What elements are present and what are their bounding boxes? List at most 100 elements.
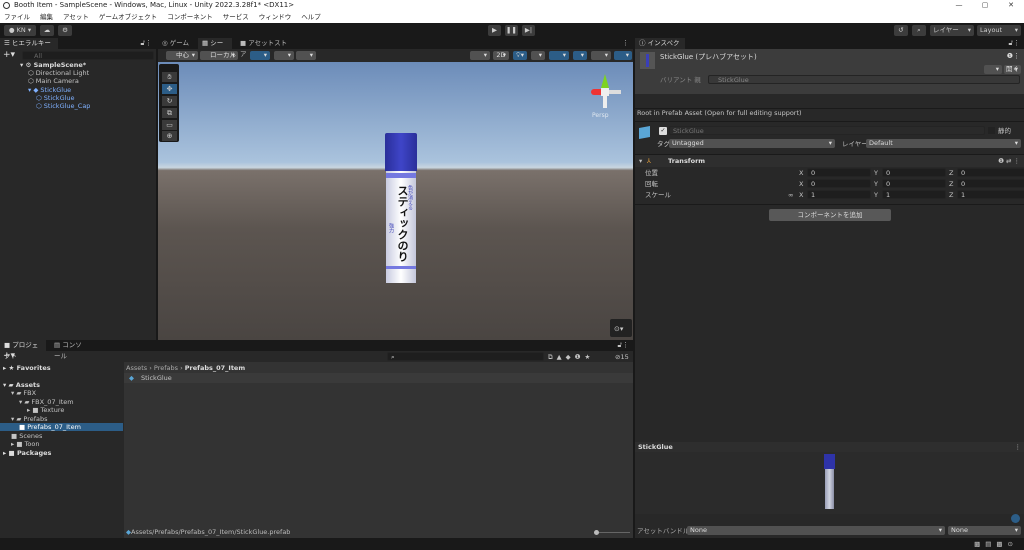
transform-field-x[interactable]: 1 <box>807 190 871 199</box>
axis-label-z[interactable]: Z <box>949 180 953 188</box>
menu-window[interactable]: ウィンドウ <box>259 11 292 23</box>
scene-root-item[interactable]: ▾ ⚙ SampleScene* <box>20 61 86 69</box>
hierarchy-item[interactable]: ⬡ Directional Light <box>28 69 89 77</box>
status-icons[interactable]: ▩▤▩⊙ <box>974 540 1018 548</box>
move-tool-icon[interactable]: ✥ <box>162 84 177 94</box>
layer-dropdown[interactable]: Default <box>866 139 1021 148</box>
axis-label-x[interactable]: X <box>799 180 803 188</box>
project-search-input[interactable]: ⌕ <box>387 352 544 361</box>
collab-button[interactable]: ⚙ <box>58 25 72 36</box>
axis-label-y[interactable]: Y <box>874 191 878 199</box>
lock-icon[interactable]: 🔓︎⋮ <box>1008 39 1020 48</box>
transform-field-x[interactable]: 0 <box>807 168 871 177</box>
persp-label[interactable]: Persp <box>592 112 609 119</box>
component-menu-icon[interactable]: ❶ ⇄ ⋮ <box>998 157 1020 165</box>
hidden-packages-toggle[interactable]: ⊘15 <box>615 353 629 361</box>
search-button[interactable]: ⌕ <box>912 25 926 36</box>
gameobject-icon[interactable] <box>639 126 650 139</box>
orientation-gizmo[interactable]: Persp <box>586 70 622 122</box>
pivot-dropdown[interactable]: 中心 <box>166 51 198 60</box>
tab-game[interactable]: ◎ ゲーム <box>158 38 196 49</box>
rotate-tool-icon[interactable]: ↻ <box>162 96 177 106</box>
tab-hierarchy[interactable]: ☰ ヒエラルキー <box>0 38 58 49</box>
axis-label-x[interactable]: X <box>799 169 803 177</box>
hierarchy-item[interactable]: ▾ ◆ StickGlue <box>28 86 71 94</box>
transform-tool-icon[interactable]: ⊕ <box>162 131 177 141</box>
tab-console[interactable]: ▤ コンソール <box>50 340 90 360</box>
menu-component[interactable]: コンポーネント <box>167 11 213 23</box>
breadcrumb-item[interactable]: Prefabs <box>154 364 178 372</box>
hierarchy-search-input[interactable]: All <box>22 51 154 60</box>
active-checkbox[interactable]: ✓ <box>659 127 667 135</box>
menu-assets[interactable]: アセット <box>63 11 89 23</box>
label-icon[interactable] <box>1011 514 1020 523</box>
step-button[interactable]: ▶| <box>522 25 535 36</box>
scene-viewport[interactable]: ✋︎ ✥ ↻ ⧉ ▭ ⊕ スティックのり 色が消える 強力 Persp ⊙▾ <box>158 62 633 340</box>
breadcrumb-item[interactable]: Assets <box>126 364 147 372</box>
folder-tree-item[interactable]: ▸ ★ Favorites <box>0 364 123 372</box>
constrain-proportions-icon[interactable]: ∞ <box>788 191 793 199</box>
tab-project[interactable]: ■ プロジェクト <box>0 340 46 360</box>
play-button[interactable]: ▶ <box>488 25 501 36</box>
folder-tree-item[interactable]: ▾ ▰ Prefabs <box>0 415 123 423</box>
axis-label-z[interactable]: Z <box>949 169 953 177</box>
open-prefab-button[interactable]: 開く <box>1004 65 1021 74</box>
2d-toggle[interactable]: 2D <box>493 51 509 60</box>
overlay-menu-button[interactable]: ⊙▾ <box>610 319 632 337</box>
hierarchy-item[interactable]: ⬡ StickGlue_Cap <box>36 102 90 110</box>
add-button[interactable]: +▾ <box>3 50 15 60</box>
folder-tree-item[interactable]: ■ Prefabs_07_Item <box>0 423 123 431</box>
static-checkbox[interactable] <box>988 127 995 134</box>
add-component-button[interactable]: コンポーネントを追加 <box>769 209 891 221</box>
more-icon[interactable]: ⋮ <box>1015 443 1022 451</box>
tab-asset-store[interactable]: ■ アセットストア <box>236 38 296 58</box>
help-icon[interactable]: ❶⋮ <box>1007 52 1020 60</box>
gizmos-dropdown[interactable] <box>614 51 632 60</box>
grid-snap-button[interactable] <box>250 51 270 60</box>
lighting-toggle[interactable]: 💡︎ <box>513 51 527 60</box>
transform-field-z[interactable]: 0 <box>957 168 1024 177</box>
close-button[interactable]: ✕ <box>998 0 1024 11</box>
hidden-objects-toggle[interactable] <box>573 51 587 60</box>
axis-label-z[interactable]: Z <box>949 191 953 199</box>
account-button[interactable]: ● KN ▾ <box>4 25 36 36</box>
history-button[interactable]: ↺ <box>894 25 908 36</box>
folder-tree-item[interactable]: ▾ ▰ FBX <box>0 389 123 397</box>
tab-scene[interactable]: ▦ シーン <box>198 38 232 58</box>
axis-label-y[interactable]: Y <box>874 169 878 177</box>
axis-label-x[interactable]: X <box>799 191 803 199</box>
transform-field-y[interactable]: 1 <box>882 190 946 199</box>
more-icon[interactable]: ⋮ <box>622 39 629 47</box>
folder-tree-item[interactable]: ▸ ■ Toon <box>0 440 123 448</box>
breadcrumb-item[interactable]: Prefabs_07_Item <box>185 364 245 372</box>
foldout-icon[interactable]: ▾ <box>639 157 642 165</box>
preview-area[interactable] <box>635 452 1024 514</box>
folder-tree-item[interactable]: ■ Scenes <box>0 432 123 440</box>
align-button[interactable] <box>296 51 316 60</box>
maximize-button[interactable]: ▢ <box>972 0 998 11</box>
transform-field-x[interactable]: 0 <box>807 179 871 188</box>
preview-header[interactable]: StickGlue ⋮ <box>635 442 1024 452</box>
menu-edit[interactable]: 編集 <box>40 11 53 23</box>
variant-parent-field[interactable]: StickGlue <box>708 75 1020 84</box>
transform-field-z[interactable]: 0 <box>957 179 1024 188</box>
asset-bundle-dropdown[interactable]: None <box>687 526 945 535</box>
space-dropdown[interactable]: ローカル <box>200 51 238 60</box>
layout-dropdown[interactable]: Layout ▾ <box>977 25 1021 36</box>
transform-field-y[interactable]: 0 <box>882 179 946 188</box>
create-button[interactable]: +▾ <box>3 351 15 361</box>
transform-field-y[interactable]: 0 <box>882 168 946 177</box>
increment-snap-button[interactable] <box>274 51 294 60</box>
asset-bundle-variant-dropdown[interactable]: None <box>948 526 1021 535</box>
menu-services[interactable]: サービス <box>223 11 249 23</box>
file-item[interactable]: ◆ StickGlue <box>124 373 633 383</box>
audio-toggle[interactable] <box>531 51 545 60</box>
folder-tree-item[interactable]: ▾ ▰ Assets <box>0 381 123 389</box>
layers-dropdown[interactable]: レイヤー ▾ <box>930 25 974 36</box>
tab-inspector[interactable]: ⓘ インスペクター <box>635 38 685 58</box>
hierarchy-item[interactable]: ⬡ Main Camera <box>28 77 79 85</box>
name-field[interactable]: StickGlue <box>669 126 985 135</box>
hierarchy-item[interactable]: ⬡ StickGlue <box>36 94 75 102</box>
icon-size-slider[interactable] <box>594 530 630 535</box>
effects-dropdown[interactable] <box>549 51 569 60</box>
